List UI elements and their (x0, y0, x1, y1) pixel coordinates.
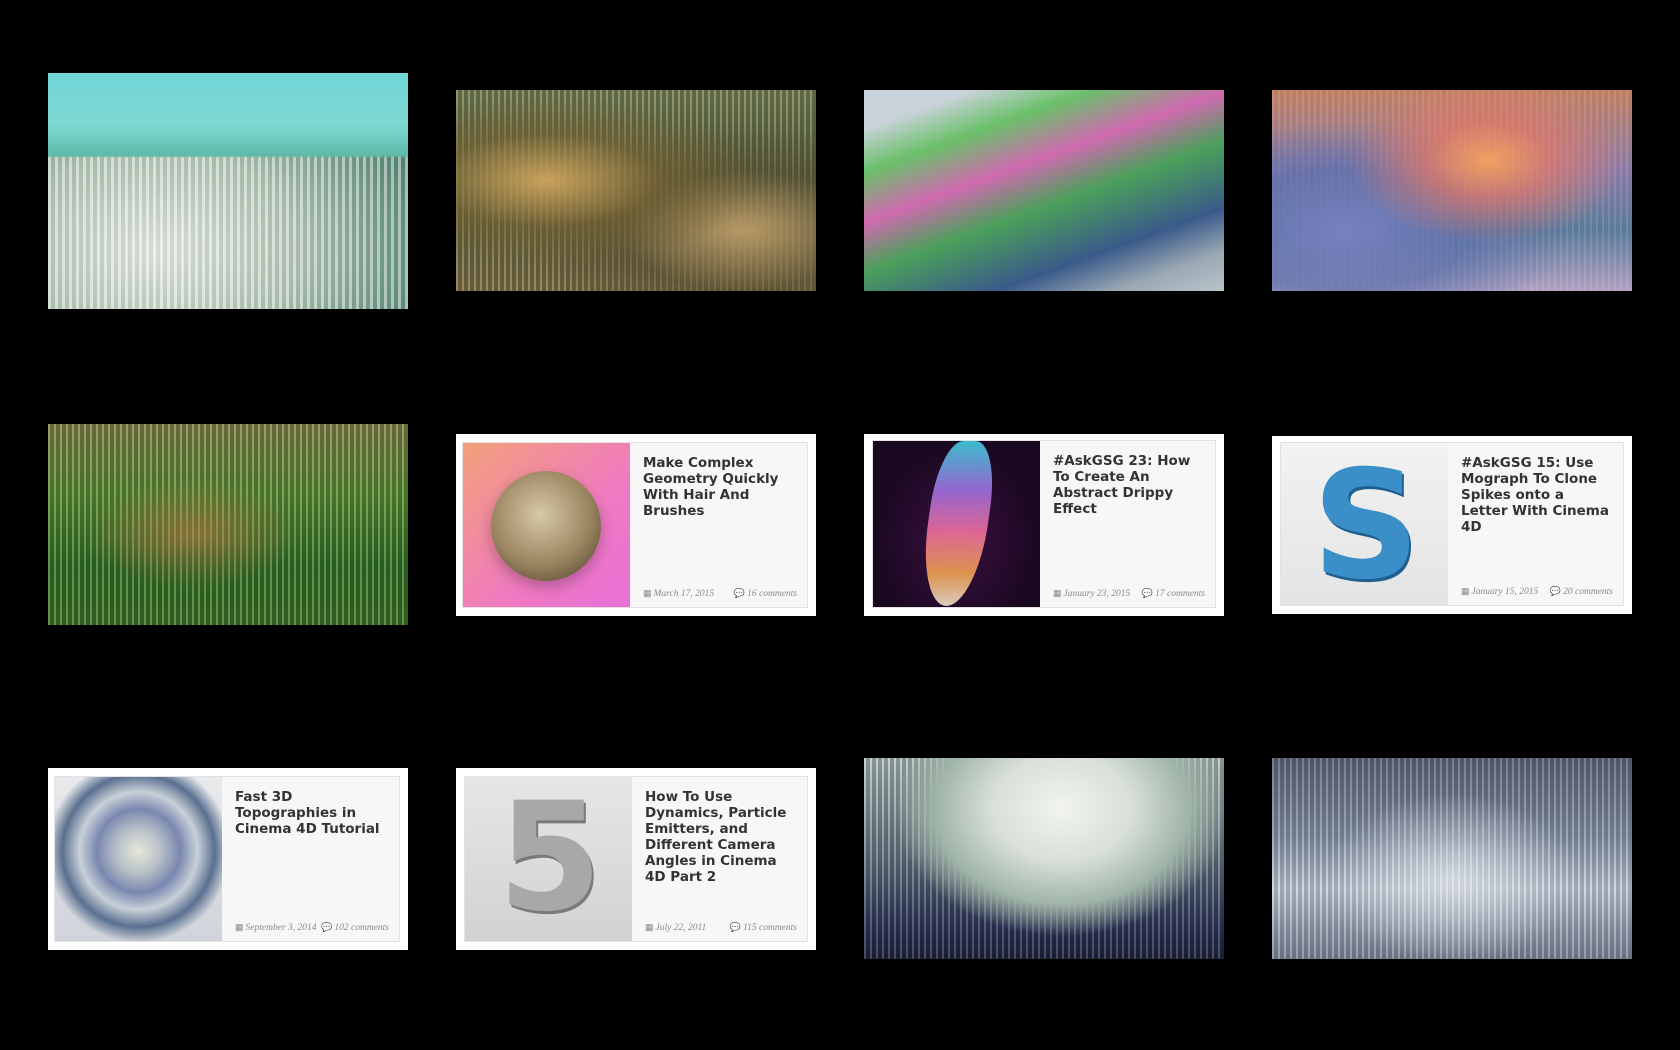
post-card-body: Fast 3D Topographies in Cinema 4D Tutori… (54, 776, 400, 942)
hair-ball-thumbnail[interactable] (463, 443, 630, 607)
colorful-terrain-image (1272, 90, 1632, 291)
post-card-body: Make Complex Geometry Quickly With Hair … (462, 442, 808, 608)
calendar-icon: ▦ (645, 922, 654, 932)
post-date: March 17, 2015 (653, 589, 715, 599)
post-title-link[interactable]: How To Use Dynamics, Particle Emitters, … (645, 789, 797, 885)
post-comments-link[interactable]: 115 comments (743, 923, 797, 933)
rainbow-block-terrain-image (864, 90, 1224, 291)
green-forest-terrain-image (48, 424, 408, 625)
teal-city-landscape-image (48, 73, 408, 309)
comments-icon: 💬 (1549, 586, 1562, 596)
post-card[interactable]: Make Complex Geometry Quickly With Hair … (456, 434, 816, 616)
post-meta: ▦ January 23, 2015 💬 17 comments (1053, 588, 1205, 599)
gallery-tile-4[interactable] (1272, 90, 1632, 291)
golden-terrain-image (456, 90, 816, 291)
post-card-body: #AskGSG 23: How To Create An Abstract Dr… (872, 440, 1216, 608)
post-date: January 15, 2015 (1471, 587, 1539, 597)
post-card[interactable]: #AskGSG 23: How To Create An Abstract Dr… (864, 434, 1224, 616)
gallery-tile-6[interactable] (864, 758, 1224, 959)
post-card[interactable]: Fast 3D Topographies in Cinema 4D Tutori… (48, 768, 408, 950)
calendar-icon: ▦ (643, 588, 652, 598)
gallery-tile-2[interactable] (456, 90, 816, 291)
post-comments-link[interactable]: 102 comments (334, 923, 389, 933)
gallery-tile-5[interactable] (48, 424, 408, 625)
post-card-body: 5 How To Use Dynamics, Particle Emitters… (464, 776, 808, 942)
post-comments-link[interactable]: 16 comments (747, 589, 797, 599)
gallery-tile-1[interactable] (48, 73, 408, 309)
post-card-body: S #AskGSG 15: Use Mograph To Clone Spike… (1280, 442, 1624, 606)
calendar-icon: ▦ (235, 922, 244, 932)
post-meta: ▦ January 15, 2015 💬 20 comments (1461, 586, 1613, 597)
calendar-icon: ▦ (1461, 586, 1470, 596)
calendar-icon: ▦ (1053, 588, 1062, 598)
post-meta: ▦ March 17, 2015 💬 16 comments (643, 588, 797, 599)
topography-thumbnail[interactable] (55, 777, 222, 941)
post-meta: ▦ July 22, 2011 💬 115 comments (645, 922, 797, 933)
gallery-tile-3[interactable] (864, 90, 1224, 291)
drippy-spiral-thumbnail[interactable] (873, 441, 1040, 607)
blue-grey-terrain-image (1272, 758, 1632, 959)
post-title-link[interactable]: Fast 3D Topographies in Cinema 4D Tutori… (235, 789, 389, 837)
post-meta: ▦ September 3, 2014 💬 102 comments (235, 922, 389, 933)
sphere-number-five-thumbnail[interactable]: 5 (465, 777, 632, 941)
post-comments-link[interactable]: 17 comments (1155, 589, 1205, 599)
hair-ball-shape (491, 471, 601, 581)
post-date: September 3, 2014 (245, 923, 317, 933)
rainbow-spiral-shape (916, 441, 1000, 606)
comments-icon: 💬 (1141, 588, 1154, 598)
post-title-link[interactable]: Make Complex Geometry Quickly With Hair … (643, 455, 797, 519)
hurricane-terrain-image (864, 758, 1224, 959)
comments-icon: 💬 (729, 922, 742, 932)
spiked-letter-s-thumbnail[interactable]: S (1281, 443, 1448, 605)
post-comments-link[interactable]: 20 comments (1563, 587, 1613, 597)
post-title-link[interactable]: #AskGSG 23: How To Create An Abstract Dr… (1053, 453, 1205, 517)
post-card[interactable]: 5 How To Use Dynamics, Particle Emitters… (456, 768, 816, 950)
post-date: January 23, 2015 (1063, 589, 1131, 599)
comments-icon: 💬 (321, 922, 333, 932)
sphere-five-shape: 5 (497, 777, 603, 941)
post-card[interactable]: S #AskGSG 15: Use Mograph To Clone Spike… (1272, 436, 1632, 614)
post-title-link[interactable]: #AskGSG 15: Use Mograph To Clone Spikes … (1461, 455, 1613, 535)
comments-icon: 💬 (733, 588, 746, 598)
post-date: July 22, 2011 (655, 923, 707, 933)
gallery-tile-7[interactable] (1272, 758, 1632, 959)
blue-letter-s-shape: S (1311, 443, 1421, 605)
